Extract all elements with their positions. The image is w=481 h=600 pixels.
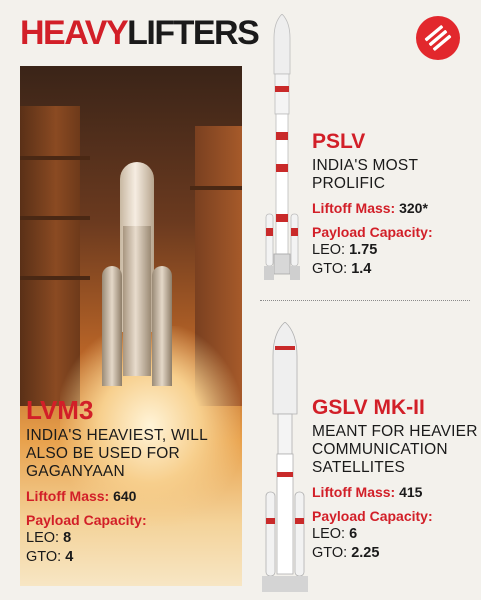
- liftoff-value: 415: [399, 484, 423, 500]
- lvm3-info: LVM3 INDIA'S HEAVIEST, WILL ALSO BE USED…: [26, 396, 240, 567]
- tower-beam: [20, 276, 90, 280]
- gto-value: 2.25: [351, 545, 380, 561]
- lvm3-booster-right: [152, 266, 172, 386]
- lvm3-gto: GTO: 4: [26, 548, 240, 567]
- gslv-rocket-image: [262, 322, 308, 592]
- gto-label: GTO:: [26, 549, 62, 565]
- leo-value: 1.75: [349, 242, 378, 258]
- pslv-name: PSLV: [312, 130, 366, 153]
- lvm3-rocket-core: [123, 226, 151, 376]
- gto-value: 1.4: [351, 261, 372, 277]
- liftoff-value: 640: [113, 488, 137, 504]
- payload-label: Payload Capacity:: [312, 508, 433, 524]
- payload-label: Payload Capacity:: [312, 224, 433, 240]
- gslv-description: MEANT FOR HEAVIER COMMUNICATION SATELLIT…: [312, 423, 478, 476]
- lvm3-leo: LEO: 8: [26, 529, 240, 548]
- pslv-payload: Payload Capacity:: [312, 223, 472, 241]
- title-part-lifters: LIFTERS: [127, 14, 260, 52]
- lvm3-description: INDIA'S HEAVIEST, WILL ALSO BE USED FOR …: [26, 427, 208, 480]
- lvm3-name: LVM3: [26, 395, 94, 425]
- payload-label: Payload Capacity:: [26, 512, 147, 528]
- pslv-rocket-image: [264, 14, 300, 280]
- gslv-gto: GTO: 2.25: [312, 544, 478, 563]
- gto-label: GTO:: [312, 545, 348, 561]
- gto-label: GTO:: [312, 261, 348, 277]
- gslv-info: GSLV MK-II MEANT FOR HEAVIER COMMUNICATI…: [312, 396, 478, 563]
- liftoff-label: Liftoff Mass:: [312, 200, 396, 216]
- gslv-liftoff: Liftoff Mass: 415: [312, 483, 478, 501]
- lvm3-booster-left: [102, 266, 122, 386]
- gslv-leo: LEO: 6: [312, 525, 478, 544]
- tower-beam: [20, 216, 90, 220]
- liftoff-value: 320*: [399, 200, 428, 216]
- indian-express-logo-icon: [416, 16, 460, 60]
- leo-label: LEO:: [312, 526, 346, 542]
- pslv-info: PSLV INDIA'S MOST PROLIFIC Liftoff Mass:…: [312, 130, 472, 279]
- gslv-name: GSLV MK-II: [312, 396, 425, 419]
- tower-beam: [20, 156, 90, 160]
- lvm3-payload: Payload Capacity:: [26, 511, 240, 529]
- section-divider: [260, 300, 470, 301]
- page-title: HEAVYLIFTERS: [20, 14, 260, 52]
- gslv-payload: Payload Capacity:: [312, 507, 478, 525]
- leo-value: 6: [349, 526, 358, 542]
- liftoff-label: Liftoff Mass:: [312, 484, 396, 500]
- leo-label: LEO:: [312, 242, 346, 258]
- pslv-leo: LEO: 1.75: [312, 241, 472, 260]
- gto-value: 4: [65, 549, 74, 565]
- lvm3-launch-photo: LVM3 INDIA'S HEAVIEST, WILL ALSO BE USED…: [20, 66, 242, 586]
- liftoff-label: Liftoff Mass:: [26, 488, 110, 504]
- pslv-liftoff: Liftoff Mass: 320*: [312, 199, 472, 217]
- tower-beam: [190, 186, 242, 190]
- leo-value: 8: [63, 530, 72, 546]
- lvm3-liftoff: Liftoff Mass: 640: [26, 487, 240, 505]
- pslv-gto: GTO: 1.4: [312, 260, 472, 279]
- title-part-heavy: HEAVY: [20, 14, 129, 52]
- pslv-description: INDIA'S MOST PROLIFIC: [312, 157, 418, 192]
- leo-label: LEO:: [26, 530, 60, 546]
